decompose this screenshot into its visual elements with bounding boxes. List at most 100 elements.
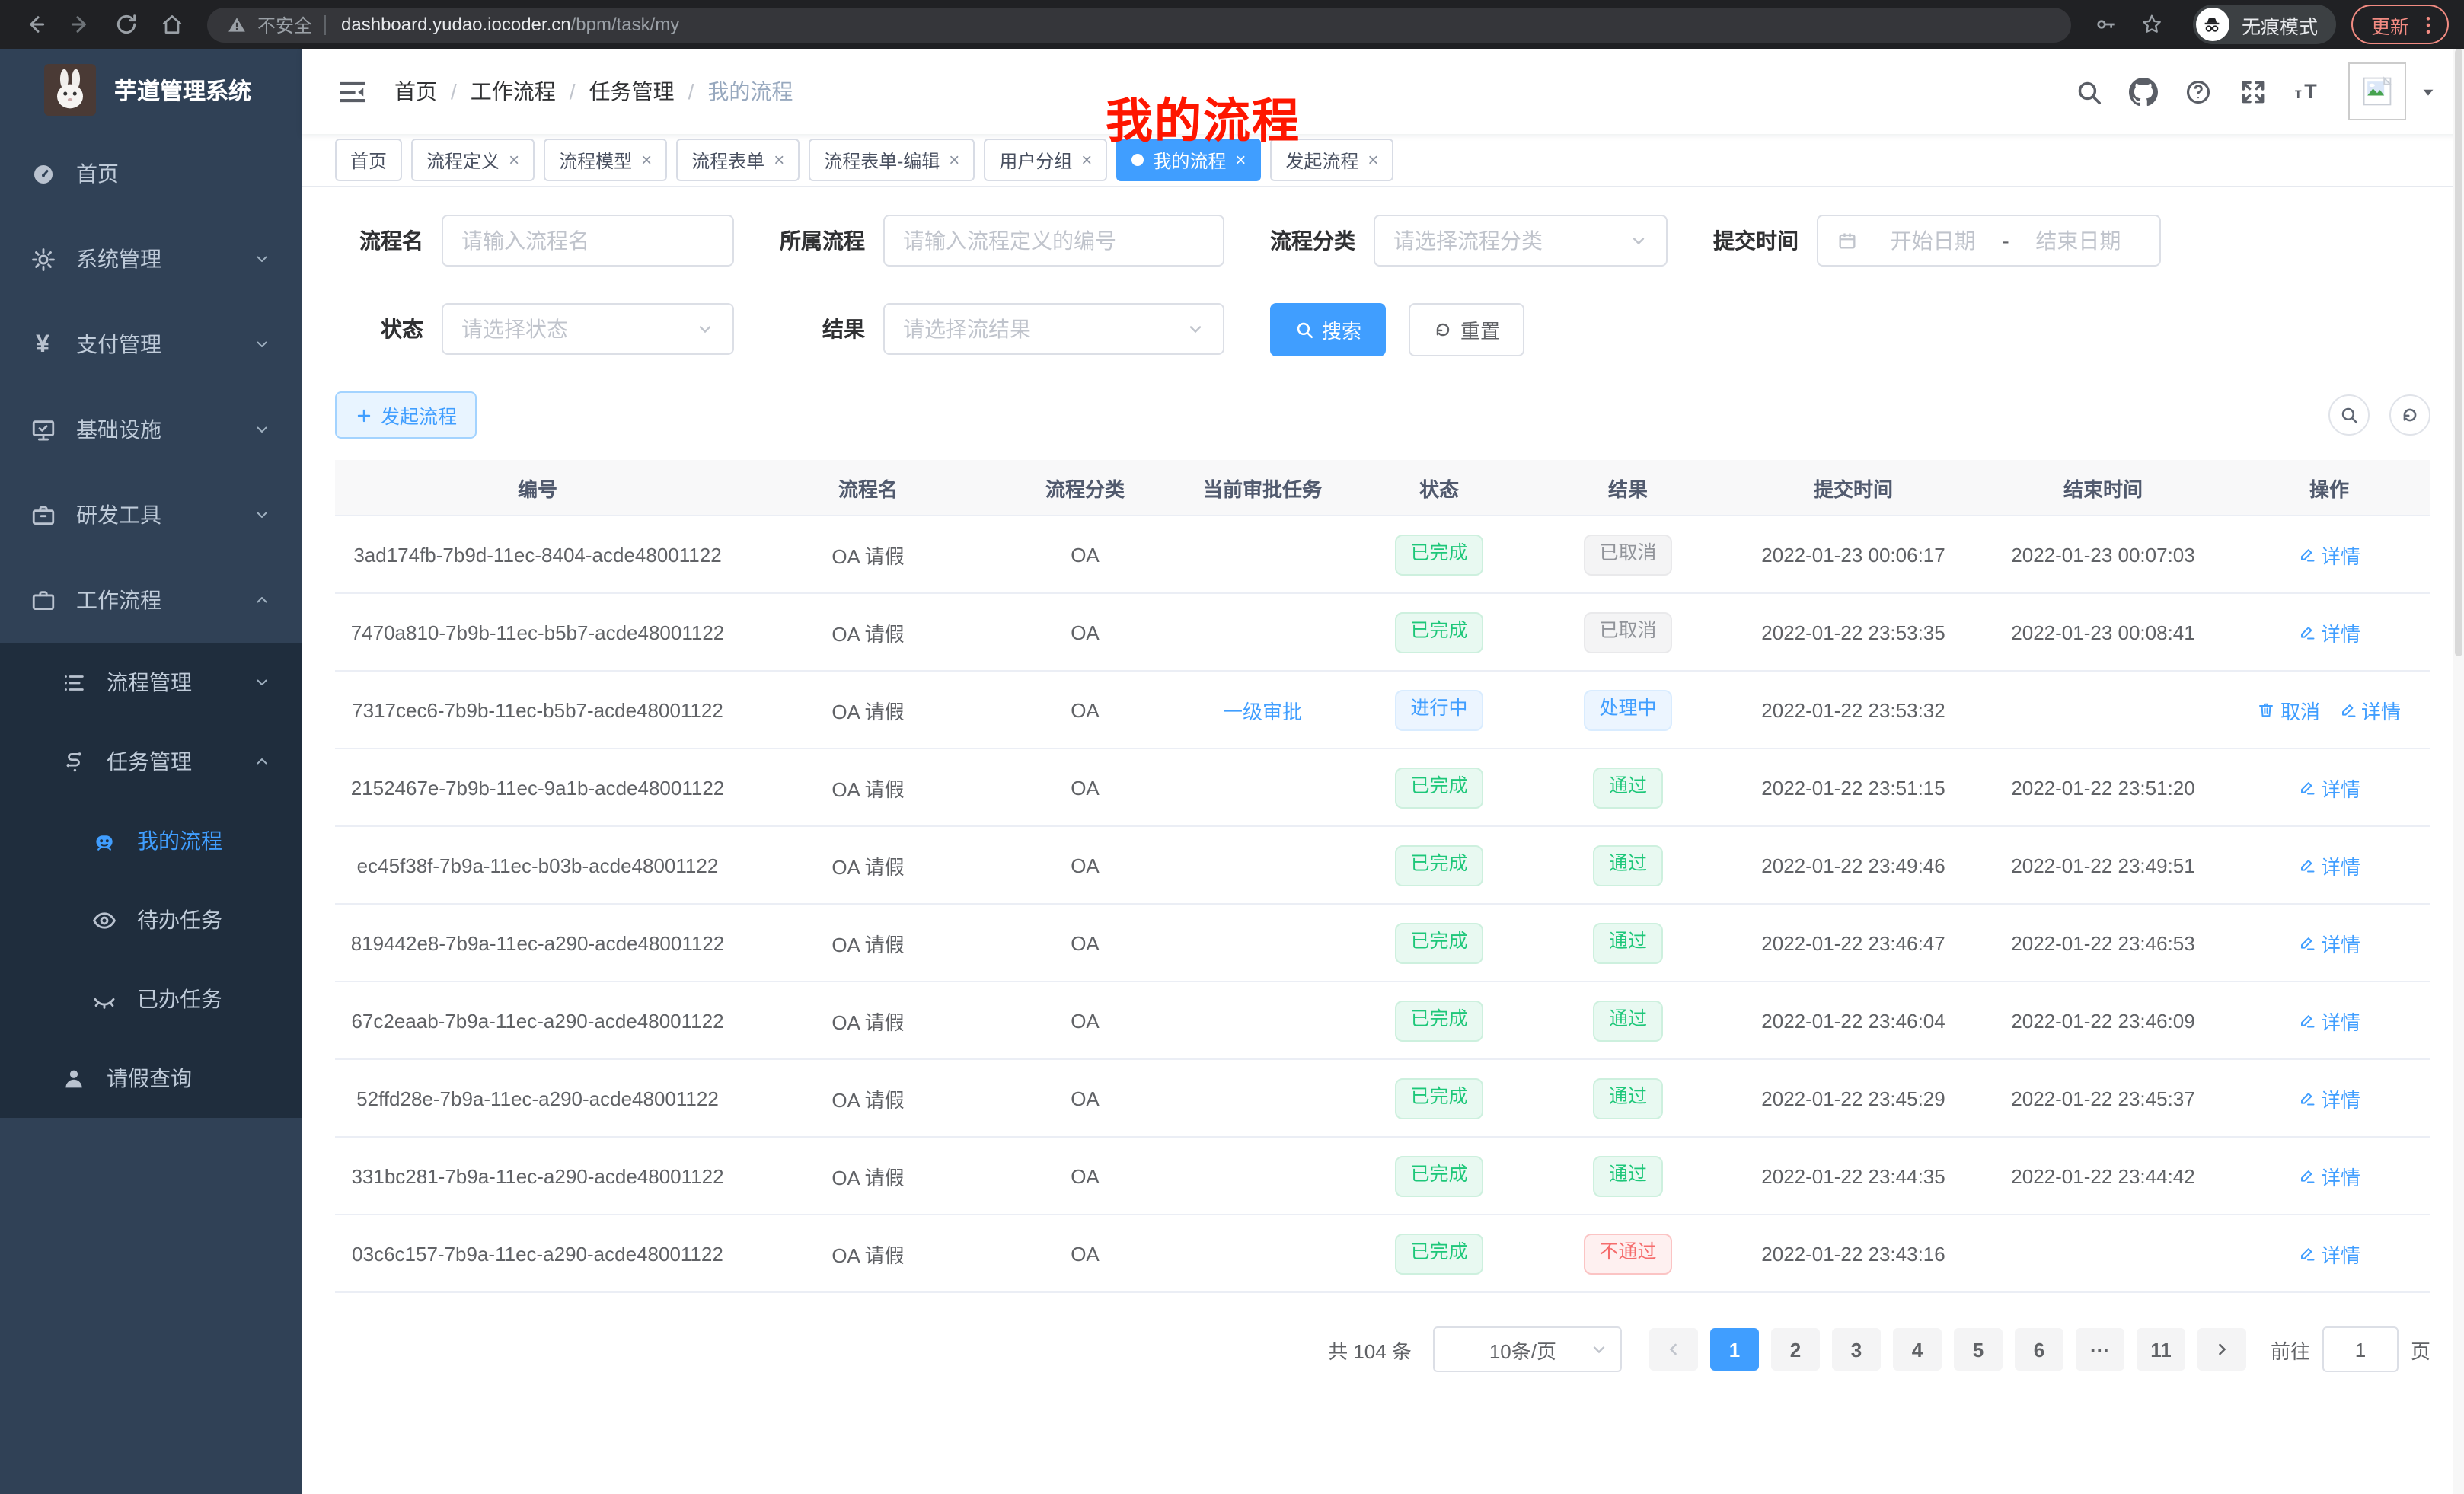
detail-link[interactable]: 详情 xyxy=(2298,540,2360,569)
app-logo-row[interactable]: 芋道管理系统 xyxy=(0,49,302,131)
goto-page-input[interactable] xyxy=(2322,1326,2399,1372)
github-icon[interactable] xyxy=(2129,77,2158,106)
tab-流程表单[interactable]: 流程表单× xyxy=(676,139,800,181)
font-size-icon[interactable]: тT xyxy=(2293,77,2322,106)
avatar[interactable] xyxy=(2348,62,2406,120)
incognito-badge[interactable]: 无痕模式 xyxy=(2193,5,2336,44)
page-button-2[interactable]: 2 xyxy=(1771,1328,1820,1371)
chevron-up-icon xyxy=(253,591,271,609)
create-process-button[interactable]: 发起流程 xyxy=(335,391,477,439)
reset-button[interactable]: 重置 xyxy=(1409,302,1524,356)
yen-icon: ¥ xyxy=(27,331,58,357)
process-name-input[interactable]: 请输入流程名 xyxy=(442,215,734,267)
page-button-5[interactable]: 5 xyxy=(1954,1328,2003,1371)
sidebar-item-leave-query[interactable]: 请假查询 xyxy=(0,1039,302,1118)
table-row: 7470a810-7b9b-11ec-b5b7-acde48001122OA 请… xyxy=(335,593,2430,671)
sidebar-item-system[interactable]: 系统管理 xyxy=(0,216,302,302)
breadcrumb-item[interactable]: 任务管理 xyxy=(589,76,675,107)
address-bar[interactable]: 不安全 dashboard.yudao.iocoder.cn/bpm/task/… xyxy=(207,7,2071,42)
detail-link[interactable]: 详情 xyxy=(2298,1084,2360,1113)
sidebar-item-devtool[interactable]: 研发工具 xyxy=(0,472,302,557)
tab-流程表单-编辑[interactable]: 流程表单-编辑× xyxy=(809,139,975,181)
tab-close-icon[interactable]: × xyxy=(774,151,784,169)
tab-close-icon[interactable]: × xyxy=(641,151,652,169)
tab-我的流程[interactable]: 我的流程× xyxy=(1116,139,1261,181)
tab-close-icon[interactable]: × xyxy=(1235,151,1246,169)
prev-page-button[interactable] xyxy=(1649,1328,1698,1371)
detail-link[interactable]: 详情 xyxy=(2298,1161,2360,1190)
detail-link[interactable]: 详情 xyxy=(2298,773,2360,802)
page-button-6[interactable]: 6 xyxy=(2015,1328,2063,1371)
tab-close-icon[interactable]: × xyxy=(949,151,959,169)
tab-label: 用户分组 xyxy=(999,147,1072,173)
tab-发起流程[interactable]: 发起流程× xyxy=(1270,139,1393,181)
forward-icon[interactable] xyxy=(61,5,101,44)
chevron-down-icon xyxy=(1629,231,1648,250)
sidebar-item-home[interactable]: 首页 xyxy=(0,131,302,216)
update-button[interactable]: 更新 xyxy=(2351,5,2449,44)
search-icon[interactable] xyxy=(2074,77,2103,106)
sidebar-item-my-process[interactable]: 我的流程 xyxy=(0,801,302,880)
process-def-input[interactable]: 请输入流程定义的编号 xyxy=(883,215,1224,267)
detail-link[interactable]: 详情 xyxy=(2298,1006,2360,1035)
detail-link[interactable]: 详情 xyxy=(2298,618,2360,646)
key-icon[interactable] xyxy=(2086,5,2126,44)
total-count: 共 104 条 xyxy=(1328,1335,1412,1364)
detail-link[interactable]: 详情 xyxy=(2298,851,2360,879)
home-icon[interactable] xyxy=(152,5,192,44)
fullscreen-icon[interactable] xyxy=(2239,77,2268,106)
sidebar-fold-icon[interactable] xyxy=(338,77,367,106)
detail-link[interactable]: 详情 xyxy=(2338,695,2401,724)
sidebar-item-todo-task[interactable]: 待办任务 xyxy=(0,880,302,959)
tab-close-icon[interactable]: × xyxy=(1081,151,1092,169)
avatar-caret-icon[interactable] xyxy=(2420,83,2437,100)
page-ellipsis[interactable]: ··· xyxy=(2076,1328,2124,1371)
help-icon[interactable] xyxy=(2184,77,2213,106)
breadcrumb-item[interactable]: 首页 xyxy=(394,76,437,107)
edit-icon xyxy=(2298,623,2321,641)
detail-link[interactable]: 详情 xyxy=(2298,1239,2360,1268)
url-path[interactable]: /bpm/task/my xyxy=(571,14,680,35)
submit-time-range[interactable]: 开始日期 - 结束日期 xyxy=(1817,215,2161,267)
success-badge: 已完成 xyxy=(1395,767,1483,808)
status-label: 状态 xyxy=(350,314,423,344)
breadcrumb-item[interactable]: 工作流程 xyxy=(471,76,556,107)
tab-流程定义[interactable]: 流程定义× xyxy=(411,139,535,181)
browser-menu-icon[interactable] xyxy=(2409,13,2440,36)
tab-流程模型[interactable]: 流程模型× xyxy=(544,139,667,181)
detail-link[interactable]: 详情 xyxy=(2298,928,2360,957)
sidebar-item-task-mgmt[interactable]: 任务管理 xyxy=(0,722,302,801)
url-host[interactable]: dashboard.yudao.iocoder.cn xyxy=(341,14,571,35)
hide-search-icon[interactable] xyxy=(2328,394,2370,436)
tab-close-icon[interactable]: × xyxy=(509,151,519,169)
result-select[interactable]: 请选择流结果 xyxy=(883,303,1224,355)
task-link[interactable]: 一级审批 xyxy=(1223,700,1302,723)
page-button-4[interactable]: 4 xyxy=(1893,1328,1942,1371)
next-page-button[interactable] xyxy=(2197,1328,2246,1371)
sidebar-item-done-task[interactable]: 已办任务 xyxy=(0,959,302,1039)
content: 流程名 请输入流程名 所属流程 请输入流程定义的编号 流程分类 请选择流程分类 … xyxy=(302,187,2464,1494)
status-select[interactable]: 请选择状态 xyxy=(442,303,734,355)
page-button-1[interactable]: 1 xyxy=(1710,1328,1759,1371)
page-button-3[interactable]: 3 xyxy=(1832,1328,1881,1371)
sidebar-item-pay[interactable]: ¥支付管理 xyxy=(0,302,302,387)
reload-icon[interactable] xyxy=(107,5,146,44)
scrollbar-thumb[interactable] xyxy=(2455,49,2462,656)
page-button-11[interactable]: 11 xyxy=(2137,1328,2185,1371)
bookmark-star-icon[interactable] xyxy=(2132,5,2172,44)
security-label[interactable]: 不安全 xyxy=(257,11,312,37)
sidebar-item-workflow[interactable]: 工作流程 xyxy=(0,557,302,643)
cancel-link[interactable]: 取消 xyxy=(2258,695,2320,724)
sidebar-item-infra[interactable]: 基础设施 xyxy=(0,387,302,472)
refresh-icon[interactable] xyxy=(2389,394,2430,436)
sidebar-item-process-mgmt[interactable]: 流程管理 xyxy=(0,643,302,722)
security-warning-icon[interactable] xyxy=(227,14,247,34)
scrollbar[interactable] xyxy=(2453,49,2464,1494)
tab-首页[interactable]: 首页 xyxy=(335,139,402,181)
tab-close-icon[interactable]: × xyxy=(1368,151,1378,169)
back-icon[interactable] xyxy=(15,5,55,44)
tab-用户分组[interactable]: 用户分组 × xyxy=(984,139,1107,181)
search-button[interactable]: 搜索 xyxy=(1270,302,1386,356)
category-select[interactable]: 请选择流程分类 xyxy=(1374,215,1668,267)
page-size-select[interactable]: 10条/页 xyxy=(1433,1326,1622,1372)
